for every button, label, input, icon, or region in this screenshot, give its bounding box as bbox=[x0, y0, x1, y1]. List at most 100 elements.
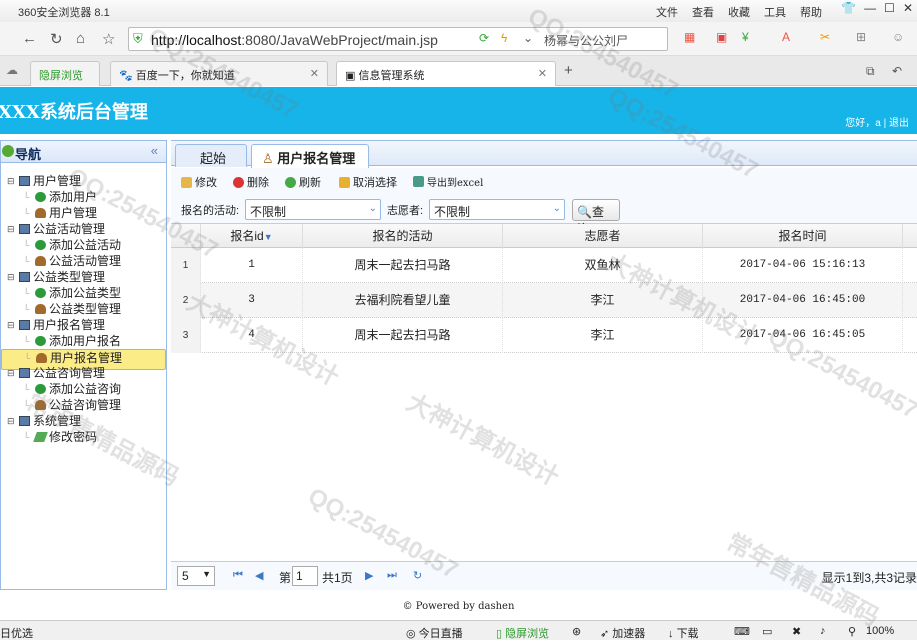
column-header[interactable]: 报名的活动 bbox=[303, 224, 503, 248]
status-private-label: 隐屏浏览 bbox=[505, 628, 550, 640]
unselect-button[interactable]: 取消选择 bbox=[339, 174, 397, 190]
table-row[interactable]: 3 4 周末一起去扫马路 李江 2017-04-06 16:45:05 bbox=[171, 318, 917, 353]
back-icon[interactable]: ← bbox=[22, 30, 37, 47]
delete-button[interactable]: 删除 bbox=[233, 174, 269, 190]
lightning-icon[interactable]: ϟ bbox=[501, 31, 507, 45]
menu-file[interactable]: 文件 bbox=[656, 4, 678, 20]
reload-icon[interactable]: ↻ bbox=[50, 30, 63, 48]
page-size-select[interactable]: 5 ▼ bbox=[177, 566, 215, 586]
sidebar-item[interactable]: └ 添加用户 bbox=[1, 189, 166, 205]
page-number-input[interactable]: 1 bbox=[292, 566, 318, 586]
user-icon[interactable]: ☺ bbox=[892, 30, 904, 44]
wallet-icon[interactable]: ¥ bbox=[742, 30, 749, 44]
column-header[interactable]: 报名id▼ bbox=[201, 224, 303, 248]
status-left[interactable]: 日优选 bbox=[0, 625, 33, 641]
sidebar-item-label: 添加公益活动 bbox=[49, 238, 122, 252]
column-header[interactable]: 志愿者 bbox=[503, 224, 703, 248]
prev-page-icon[interactable]: ◀ bbox=[255, 569, 263, 582]
volunteer-select[interactable]: 不限制 ⌄ bbox=[429, 199, 565, 220]
close-icon[interactable]: ✕ bbox=[538, 67, 547, 80]
zoom-icon[interactable]: ⚲ bbox=[848, 625, 856, 638]
sidebar-item[interactable]: └ 公益类型管理 bbox=[1, 301, 166, 317]
expand-icon[interactable]: ⊟ bbox=[7, 173, 15, 189]
undo-icon[interactable]: ↶ bbox=[892, 64, 902, 78]
last-page-icon[interactable]: ⏭ bbox=[387, 569, 397, 582]
restore-tab-icon[interactable]: ⧉ bbox=[866, 64, 875, 79]
sidebar-group[interactable]: ⊟ 公益活动管理 bbox=[1, 221, 166, 237]
browser-tab-baidu[interactable]: 🐾 百度一下，你就知道 ✕ bbox=[110, 61, 328, 86]
tab-home[interactable]: 起始页 bbox=[175, 144, 247, 185]
tree-line: └ bbox=[23, 384, 30, 394]
game-icon[interactable]: ⊞ bbox=[856, 30, 866, 44]
column-header[interactable]: 报名时间 bbox=[703, 224, 903, 248]
sidebar-item[interactable]: └ 添加公益活动 bbox=[1, 237, 166, 253]
window-icon[interactable]: ▭ bbox=[762, 625, 772, 638]
menu-view[interactable]: 查看 bbox=[692, 4, 714, 20]
cloud-icon[interactable]: ☁ bbox=[6, 63, 18, 77]
shirt-icon[interactable]: 👕 bbox=[841, 1, 856, 15]
table-row[interactable]: 1 1 周末一起去扫马路 双鱼林 2017-04-06 15:16:13 bbox=[171, 248, 917, 283]
sidebar-item[interactable]: └ 用户管理 bbox=[1, 205, 166, 221]
tab-user-signup[interactable]: ♙ 用户报名管理✕ bbox=[251, 144, 369, 181]
minimize-icon[interactable]: — bbox=[864, 1, 876, 15]
new-tab-icon[interactable]: + bbox=[564, 62, 573, 79]
table-row[interactable]: 2 3 去福利院看望儿童 李江 2017-04-06 16:45:00 bbox=[171, 283, 917, 318]
first-page-icon[interactable]: ⏮ bbox=[233, 569, 243, 582]
close-icon[interactable]: ✕ bbox=[310, 67, 319, 80]
expand-icon[interactable]: ⊟ bbox=[7, 365, 15, 381]
status-private[interactable]: ▯ 隐屏浏览 bbox=[496, 625, 549, 641]
computer-icon bbox=[19, 368, 30, 378]
sidebar-group[interactable]: ⊟ 用户报名管理 bbox=[1, 317, 166, 333]
url-field[interactable]: ⛨ http://localhost:8080/JavaWebProject/m… bbox=[128, 27, 668, 51]
chevron-down-icon[interactable]: ⌄ bbox=[523, 31, 533, 45]
collapse-icon[interactable]: « bbox=[151, 143, 158, 158]
screenshot-icon[interactable]: ✂ bbox=[820, 30, 830, 44]
zoom-level[interactable]: 100% bbox=[866, 625, 894, 637]
mute-icon[interactable]: ✖ bbox=[792, 625, 801, 638]
refresh-button[interactable]: 刷新 bbox=[285, 174, 321, 190]
expand-icon[interactable]: ⊟ bbox=[7, 221, 15, 237]
sidebar-item[interactable]: └ 添加公益咨询 bbox=[1, 381, 166, 397]
apps-icon[interactable]: ▦ bbox=[684, 30, 695, 44]
sidebar-item[interactable]: └ 公益活动管理 bbox=[1, 253, 166, 269]
sidebar-group[interactable]: ⊟ 用户管理 bbox=[1, 173, 166, 189]
close-icon[interactable]: ✕ bbox=[903, 1, 913, 15]
expand-icon[interactable]: ⊟ bbox=[7, 413, 15, 429]
export-button[interactable]: 导出到excel bbox=[413, 174, 483, 189]
sidebar-group[interactable]: ⊟ 公益咨询管理 bbox=[1, 365, 166, 381]
edit-button[interactable]: 修改 bbox=[181, 174, 217, 190]
refresh-icon bbox=[285, 176, 296, 188]
menu-help[interactable]: 帮助 bbox=[800, 4, 822, 20]
sidebar-item[interactable]: └ 修改密码 bbox=[1, 429, 166, 445]
speed-icon[interactable]: ⊛ bbox=[572, 625, 581, 638]
url-text: http://localhost:8080/JavaWebProject/mai… bbox=[151, 32, 438, 48]
sidebar-item[interactable]: └ 添加用户报名 bbox=[1, 333, 166, 349]
logout-link[interactable]: 退出 bbox=[889, 118, 909, 129]
refresh-icon[interactable]: ⟳ bbox=[479, 31, 489, 45]
star-icon[interactable]: ☆ bbox=[102, 30, 115, 48]
browser-tab-private[interactable]: 隐屏浏览 bbox=[30, 61, 100, 86]
expand-icon[interactable]: ⊟ bbox=[7, 317, 15, 333]
sidebar-item[interactable]: └ 公益咨询管理 bbox=[1, 397, 166, 413]
query-button[interactable]: 🔍查询 bbox=[572, 199, 620, 236]
sidebar-group[interactable]: ⊟ 系统管理 bbox=[1, 413, 166, 429]
expand-icon[interactable]: ⊟ bbox=[7, 269, 15, 285]
home-icon[interactable]: ⌂ bbox=[76, 30, 85, 47]
sidebar-item[interactable]: └ 添加公益类型 bbox=[1, 285, 166, 301]
sidebar-group[interactable]: ⊟ 公益类型管理 bbox=[1, 269, 166, 285]
reload-icon[interactable]: ↻ bbox=[413, 569, 422, 582]
bookmark-icon[interactable]: ▣ bbox=[716, 30, 727, 44]
activity-select[interactable]: 不限制 ⌄ bbox=[245, 199, 381, 220]
status-download[interactable]: ↓ 下载 bbox=[668, 625, 699, 641]
menu-tools[interactable]: 工具 bbox=[764, 4, 786, 20]
translate-icon[interactable]: A bbox=[782, 30, 790, 44]
devtools-icon[interactable]: ⌨ bbox=[734, 625, 750, 638]
next-page-icon[interactable]: ▶ bbox=[365, 569, 373, 582]
sound-icon[interactable]: ♪ bbox=[820, 625, 826, 637]
browser-tab-active[interactable]: ▣ 信息管理系统 ✕ bbox=[336, 61, 556, 86]
search-suggestion[interactable]: 杨幂与公公刘尸 bbox=[544, 32, 628, 49]
menu-favorites[interactable]: 收藏 bbox=[728, 4, 750, 20]
maximize-icon[interactable]: ☐ bbox=[884, 1, 895, 15]
status-accelerator[interactable]: ➶ 加速器 bbox=[600, 625, 645, 641]
status-live[interactable]: ◎ 今日直播 bbox=[406, 625, 463, 641]
